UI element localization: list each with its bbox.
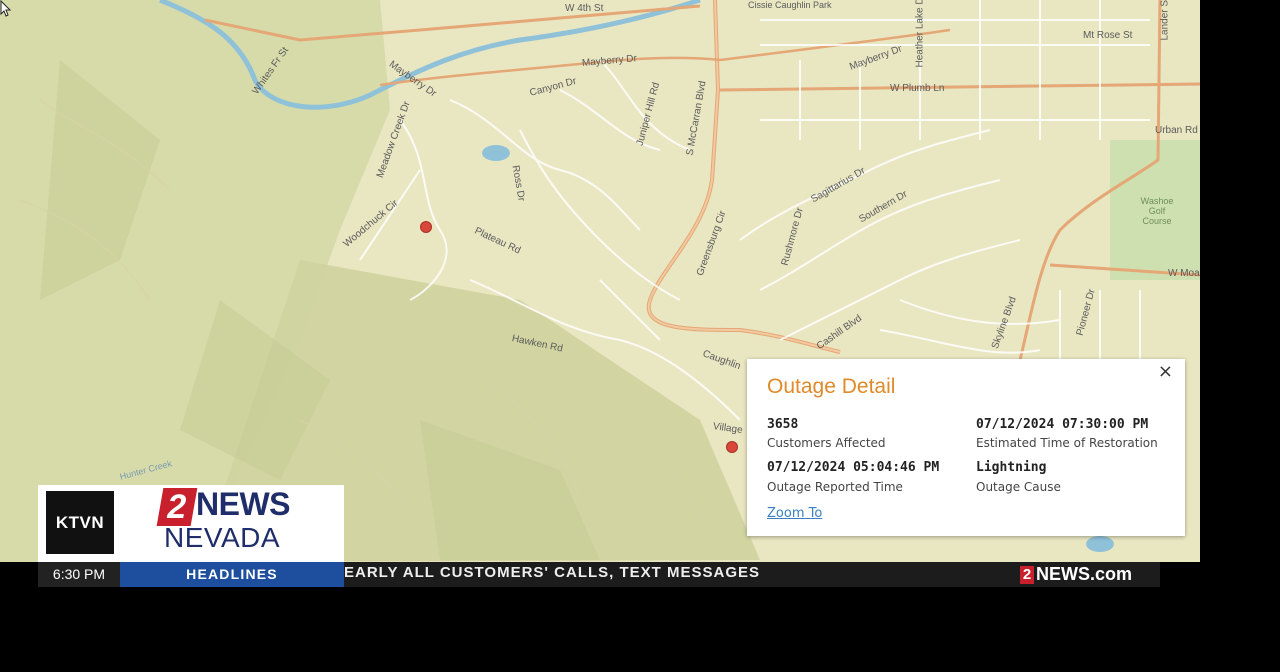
- segment-label: HEADLINES: [120, 562, 344, 587]
- zoom-to-link[interactable]: Zoom To: [767, 506, 822, 521]
- outage-cause-value: Lightning: [976, 460, 1047, 475]
- outage-detail-popup: × Outage Detail 3658 Customers Affected …: [747, 359, 1185, 536]
- reported-time-value: 07/12/2024 05:04:46 PM: [767, 460, 940, 475]
- outage-cause-label: Outage Cause: [976, 480, 1061, 494]
- close-icon[interactable]: ×: [1158, 361, 1173, 383]
- road-label: Cissie Caughlin Park: [748, 0, 832, 10]
- popup-title: Outage Detail: [767, 375, 896, 398]
- outage-pin[interactable]: [420, 221, 432, 233]
- broadcast-time: 6:30 PM: [38, 562, 120, 587]
- outage-pin-selected[interactable]: [726, 441, 738, 453]
- outage-map[interactable]: W 4th St Whites Fr St Mayberry Dr Canyon…: [0, 0, 1200, 562]
- road-label: Washoe Golf Course: [1140, 196, 1174, 226]
- mouse-cursor-icon: [0, 0, 12, 17]
- customers-affected-value: 3658: [767, 417, 799, 432]
- reported-time-label: Outage Reported Time: [767, 480, 903, 494]
- brand-text: NEWS.com: [1036, 564, 1133, 584]
- restoration-time-value: 07/12/2024 07:30:00 PM: [976, 417, 1149, 432]
- restoration-time-label: Estimated Time of Restoration: [976, 436, 1158, 450]
- news-logo-text: NEWS: [196, 486, 291, 522]
- road-label: W Plumb Ln: [890, 83, 945, 94]
- website-brand: 2 NEWS.com: [1020, 562, 1132, 587]
- road-label: W Moana: [1168, 268, 1200, 279]
- ticker-crawl-text: EARLY ALL CUSTOMERS' CALLS, TEXT MESSAGE…: [344, 564, 761, 581]
- road-label: W 4th St: [565, 3, 604, 14]
- road-label: Lander St: [1159, 0, 1171, 41]
- road-label: Heather Lake Dr: [914, 0, 926, 68]
- news-logo-region: NEVADA: [164, 522, 281, 553]
- road-label: Urban Rd: [1155, 125, 1198, 136]
- station-call-sign: KTVN: [46, 491, 114, 554]
- brand-number: 2: [1020, 565, 1034, 584]
- road-label: Mt Rose St: [1083, 30, 1133, 41]
- news-logo-number: 2: [156, 488, 198, 526]
- customers-affected-label: Customers Affected: [767, 436, 886, 450]
